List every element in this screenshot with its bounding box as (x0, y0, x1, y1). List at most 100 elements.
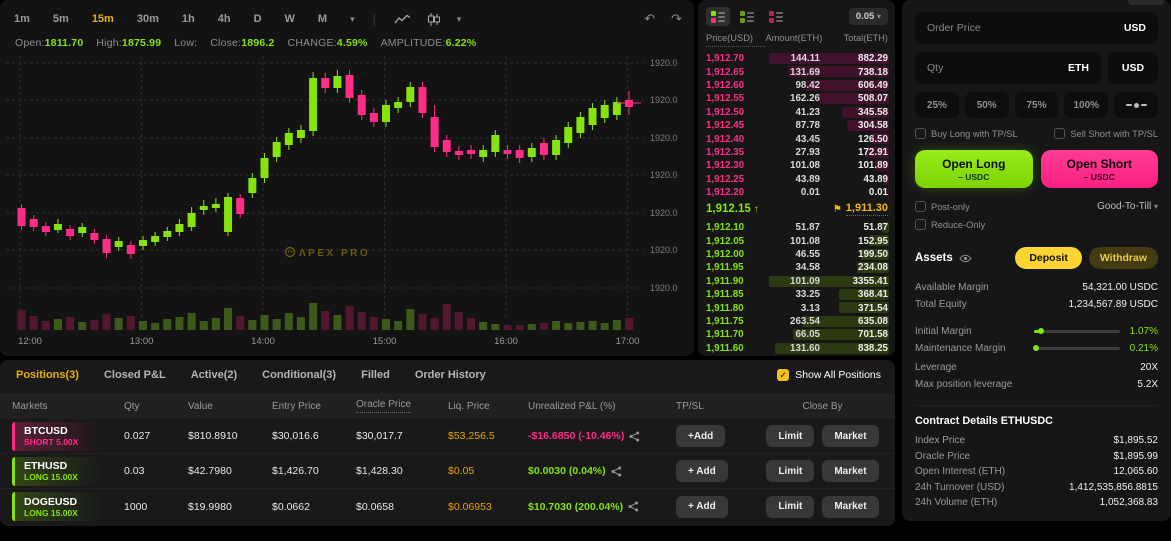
orderbook-bid-row[interactable]: 1,911.90101.093355.41 (698, 275, 895, 288)
candle (418, 87, 426, 113)
volume-bar (54, 319, 62, 330)
qty-percent-100[interactable]: 100% (1064, 92, 1108, 118)
share-icon[interactable] (611, 466, 622, 477)
oracle-price: $30,017.7 (356, 430, 448, 442)
usd-toggle-button[interactable]: USD (1108, 52, 1158, 84)
qty-percent-25[interactable]: 25% (915, 92, 959, 118)
chart-panel: 1m5m15m30m1h4hDWM ▾ | ▾ ↶ ↷ Open: 1811.7… (0, 0, 694, 356)
show-all-positions-checkbox[interactable]: ✓ Show All Positions (777, 369, 881, 381)
orderbook-ask-row[interactable]: 1,912.4043.45126.50 (698, 132, 895, 145)
ask-price: 1,912.25 (706, 174, 768, 185)
timeframe-4h[interactable]: 4h (218, 13, 231, 25)
orderbook-ask-row[interactable]: 1,912.6098.42606.49 (698, 79, 895, 92)
order-price-input[interactable]: Order Price USD (915, 12, 1158, 44)
timeframe-D[interactable]: D (254, 13, 262, 25)
timeframe-1h[interactable]: 1h (182, 13, 195, 25)
orderbook-bid-row[interactable]: 1,912.0046.55199.50 (698, 248, 895, 261)
close-market-button[interactable]: Market (822, 425, 878, 447)
candlestick-chart[interactable]: 1920.01920.01920.01920.01920.01920.01920… (0, 52, 694, 356)
candle (127, 245, 135, 254)
timeframe-M[interactable]: M (318, 13, 327, 25)
close-limit-button[interactable]: Limit (766, 425, 814, 447)
share-icon[interactable] (629, 431, 640, 442)
orderbook-controls: 0.05 ▾ (706, 7, 888, 26)
market-cell[interactable]: BTCUSDSHORT 5.00X (12, 422, 124, 451)
orderbook-bid-row[interactable]: 1,911.75263.54635.08 (698, 315, 895, 328)
line-chart-icon[interactable] (394, 14, 411, 25)
timeframe-5m[interactable]: 5m (53, 13, 69, 25)
orderbook-bid-row[interactable]: 1,911.7066.05701.58 (698, 328, 895, 341)
qty-slider-button[interactable] (1114, 92, 1158, 118)
orderbook-bid-row[interactable]: 1,911.60131.60838.25 (698, 342, 895, 355)
market-cell[interactable]: ETHUSDLONG 15.00X (12, 457, 124, 486)
open-short-button[interactable]: Open Short – USDC (1041, 150, 1159, 188)
candle-style-icon[interactable] (427, 13, 441, 26)
timeframe-more-caret[interactable]: ▾ (350, 14, 355, 25)
deposit-button[interactable]: Deposit (1015, 247, 1082, 269)
add-tpsl-button[interactable]: + Add (676, 496, 728, 518)
eye-icon[interactable] (959, 254, 972, 263)
timeframe-W[interactable]: W (285, 13, 295, 25)
orderbook-ask-row[interactable]: 1,912.30101.08101.89 (698, 159, 895, 172)
tab-closed-p-l[interactable]: Closed P&L (104, 369, 166, 381)
close-market-button[interactable]: Market (822, 460, 878, 482)
orderbook-ask-row[interactable]: 1,912.55162.26508.07 (698, 92, 895, 105)
ohlc-value: 4.59% (337, 37, 368, 49)
add-tpsl-button[interactable]: +Add (676, 425, 725, 447)
book-view-asks-icon[interactable] (764, 7, 788, 26)
time-in-force-dropdown[interactable]: Good-To-Till ▾ (1097, 201, 1158, 212)
candle (175, 224, 183, 232)
book-view-both-icon[interactable] (706, 7, 730, 26)
order-amount: 43.89 (768, 174, 832, 185)
orderbook-ask-row[interactable]: 1,912.65131.69738.18 (698, 65, 895, 78)
last-price-row[interactable]: 1,912.15 ↑ ⚑ 1,911.30 (706, 200, 888, 218)
buy-tpsl-label: Buy Long with TP/SL (931, 129, 1018, 139)
orderbook-bid-row[interactable]: 1,912.1051.8751.87 (698, 221, 895, 234)
bid-price: 1,911.60 (706, 343, 768, 354)
order-total: 0.01 (832, 187, 888, 198)
timeframe-1m[interactable]: 1m (14, 13, 30, 25)
tab-filled[interactable]: Filled (361, 369, 390, 381)
add-tpsl-button[interactable]: + Add (676, 460, 728, 482)
open-long-button[interactable]: Open Long – USDC (915, 150, 1033, 188)
redo-button[interactable]: ↷ (671, 11, 682, 27)
tab-conditional-3-[interactable]: Conditional(3) (262, 369, 336, 381)
ask-price: 1,912.35 (706, 147, 768, 158)
close-market-button[interactable]: Market (822, 496, 878, 518)
orderbook-ask-row[interactable]: 1,912.4587.78304.58 (698, 119, 895, 132)
timeframe-15m[interactable]: 15m (92, 13, 114, 25)
post-only-checkbox[interactable]: Post-only (915, 201, 970, 212)
reduce-only-checkbox[interactable]: Reduce-Only (915, 219, 1158, 230)
qty-percent-50[interactable]: 50% (965, 92, 1009, 118)
precision-dropdown[interactable]: 0.05 ▾ (849, 8, 888, 25)
clipped-dropdown[interactable] (1128, 0, 1164, 5)
candle-style-caret[interactable]: ▾ (457, 14, 462, 25)
share-icon[interactable] (628, 501, 639, 512)
orderbook-bid-row[interactable]: 1,911.8533.25368.41 (698, 288, 895, 301)
sell-tpsl-checkbox[interactable]: Sell Short with TP/SL (1054, 128, 1158, 139)
withdraw-button[interactable]: Withdraw (1089, 247, 1158, 269)
timeframe-30m[interactable]: 30m (137, 13, 159, 25)
orderbook-bid-row[interactable]: 1,912.05101.08152.95 (698, 234, 895, 247)
orderbook-ask-row[interactable]: 1,912.200.010.01 (698, 186, 895, 199)
tab-positions-3-[interactable]: Positions(3) (16, 369, 79, 381)
qty-input[interactable]: Qty ETH (915, 52, 1101, 84)
order-amount: 51.87 (768, 222, 832, 233)
undo-button[interactable]: ↶ (644, 11, 655, 27)
close-limit-button[interactable]: Limit (766, 496, 814, 518)
tab-order-history[interactable]: Order History (415, 369, 486, 381)
qty-percent-75[interactable]: 75% (1015, 92, 1059, 118)
book-view-bids-icon[interactable] (735, 7, 759, 26)
volume-bar (127, 316, 135, 330)
tab-active-2-[interactable]: Active(2) (191, 369, 237, 381)
orderbook-ask-row[interactable]: 1,912.3527.93172.91 (698, 146, 895, 159)
checkbox-icon (915, 219, 926, 230)
market-cell[interactable]: DOGEUSDLONG 15.00X (12, 492, 124, 521)
orderbook-bid-row[interactable]: 1,911.9534.58234.08 (698, 261, 895, 274)
buy-tpsl-checkbox[interactable]: Buy Long with TP/SL (915, 128, 1018, 139)
close-limit-button[interactable]: Limit (766, 460, 814, 482)
orderbook-ask-row[interactable]: 1,912.5041.23345.58 (698, 106, 895, 119)
orderbook-ask-row[interactable]: 1,912.70144.11882.29 (698, 52, 895, 65)
orderbook-bid-row[interactable]: 1,911.803.13371.54 (698, 301, 895, 314)
orderbook-ask-row[interactable]: 1,912.2543.8943.89 (698, 173, 895, 186)
